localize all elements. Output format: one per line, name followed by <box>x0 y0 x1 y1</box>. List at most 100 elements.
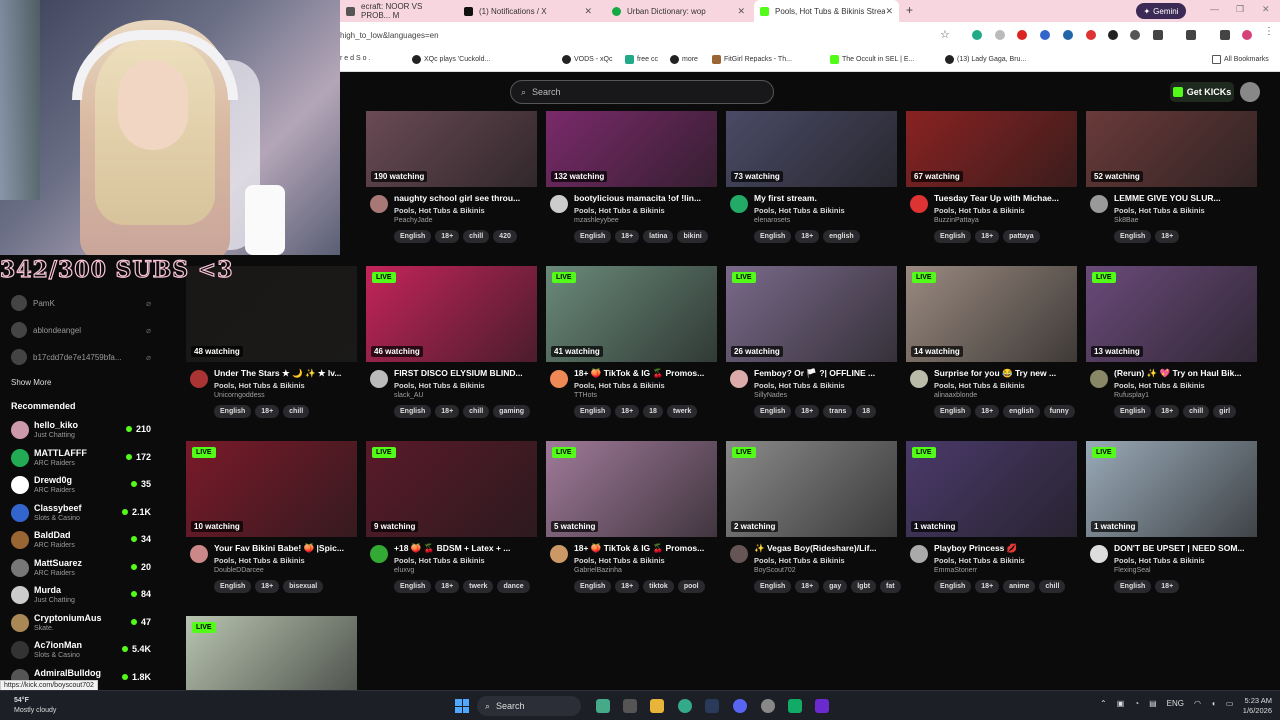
channel-name[interactable]: DoubleDDarcee <box>214 567 264 574</box>
channel-name[interactable]: mzashleyybee <box>574 217 619 224</box>
channel-name[interactable]: Sk8Bae <box>1114 217 1139 224</box>
channel-name[interactable]: GabrielBazinha <box>574 567 622 574</box>
tag-chip[interactable]: English <box>754 580 792 593</box>
tag-chip[interactable]: tiktok <box>643 580 674 593</box>
channel-name[interactable]: elenarosets <box>754 217 790 224</box>
channel-name[interactable]: TTHots <box>574 392 597 399</box>
stream-category[interactable]: Pools, Hot Tubs & Bikinis <box>754 556 845 565</box>
stream-title[interactable]: ✨ Vegas Boy(Rideshare)/Lif... <box>754 543 897 554</box>
tag-chip[interactable]: English <box>574 230 612 243</box>
tag-chip[interactable]: dance <box>497 580 530 593</box>
tag-chip[interactable]: English <box>934 405 972 418</box>
stream-title[interactable]: 18+ 🍑 TikTok & IG 🍒 Promos... <box>574 368 717 379</box>
task-view-icon[interactable] <box>623 699 637 713</box>
recommended-channel[interactable]: MATTLAFFF ARC Raiders 172 <box>11 446 151 472</box>
tag-chip[interactable]: English <box>754 230 792 243</box>
tag-chip[interactable]: 18 <box>856 405 877 418</box>
tag-chip[interactable]: chill <box>463 230 490 243</box>
channel-avatar[interactable] <box>550 195 568 213</box>
stream-title[interactable]: Tuesday Tear Up with Michae... <box>934 193 1077 203</box>
app-icon[interactable] <box>761 699 775 713</box>
stream-category[interactable]: Pools, Hot Tubs & Bikinis <box>1114 556 1205 565</box>
stream-thumbnail[interactable]: 132 watching <box>546 111 717 187</box>
tag-chip[interactable]: bisexual <box>283 580 324 593</box>
channel-name[interactable]: Rufusplay1 <box>1114 392 1149 399</box>
app-icon[interactable] <box>596 699 610 713</box>
stream-thumbnail[interactable]: 190 watching <box>366 111 537 187</box>
stream-thumbnail[interactable]: LIVE 26 watching <box>726 266 897 362</box>
stream-title[interactable]: (Rerun) ✨ 💖 Try on Haul Bik... <box>1114 368 1257 379</box>
tag-chip[interactable]: 18+ <box>1155 230 1180 243</box>
stream-title[interactable]: DON'T BE UPSET | NEED SOM... <box>1114 543 1257 553</box>
channel-avatar[interactable] <box>370 370 388 388</box>
tag-chip[interactable]: 18+ <box>435 405 460 418</box>
recommended-channel[interactable]: Drewd0g ARC Raiders 35 <box>11 473 151 499</box>
stream-thumbnail[interactable]: LIVE 1 watching <box>906 441 1077 537</box>
channel-avatar[interactable] <box>730 195 748 213</box>
stream-thumbnail[interactable]: 67 watching <box>906 111 1077 187</box>
tag-chip[interactable]: 18+ <box>615 405 640 418</box>
tag-chip[interactable]: 18+ <box>795 230 820 243</box>
channel-avatar[interactable] <box>550 545 568 563</box>
stream-thumbnail[interactable]: LIVE 9 watching <box>366 441 537 537</box>
tag-chip[interactable]: bikini <box>677 230 708 243</box>
stream-thumbnail[interactable]: LIVE 13 watching <box>1086 266 1257 362</box>
stream-title[interactable]: naughty school girl see throu... <box>394 193 537 203</box>
stream-thumbnail[interactable]: LIVE 1 watching <box>1086 441 1257 537</box>
channel-avatar[interactable] <box>370 195 388 213</box>
show-more-link[interactable]: Show More <box>11 378 51 387</box>
tag-chip[interactable]: 18+ <box>795 580 820 593</box>
discord-icon[interactable] <box>733 699 747 713</box>
channel-name[interactable]: slack_AU <box>394 392 424 399</box>
battery-icon[interactable]: ▭ <box>1226 699 1234 708</box>
tag-chip[interactable]: English <box>1114 405 1152 418</box>
tag-chip[interactable]: twerk <box>463 580 494 593</box>
channel-name[interactable]: BuzzinPattaya <box>934 217 979 224</box>
channel-name[interactable]: eluxvg <box>394 567 414 574</box>
tag-chip[interactable]: pool <box>677 580 705 593</box>
tag-chip[interactable]: English <box>1114 230 1152 243</box>
stream-title[interactable]: Playboy Princess 💋 <box>934 543 1077 554</box>
obs-icon[interactable] <box>815 699 829 713</box>
stream-title[interactable]: 18+ 🍑 TikTok & IG 🍒 Promos... <box>574 543 717 554</box>
recommended-channel[interactable]: Murda Just Chatting 84 <box>11 583 151 609</box>
tag-chip[interactable]: anime <box>1003 580 1036 593</box>
wifi-icon[interactable]: ◠ <box>1194 699 1201 708</box>
stream-category[interactable]: Pools, Hot Tubs & Bikinis <box>574 381 665 390</box>
tag-chip[interactable]: english <box>1003 405 1040 418</box>
recommended-channel[interactable]: BaldDad ARC Raiders 34 <box>11 528 151 554</box>
channel-name[interactable]: Unicorngoddess <box>214 392 265 399</box>
stream-category[interactable]: Pools, Hot Tubs & Bikinis <box>574 206 665 215</box>
tag-chip[interactable]: chill <box>1183 405 1210 418</box>
stream-thumbnail[interactable]: 52 watching <box>1086 111 1257 187</box>
channel-avatar[interactable] <box>910 195 928 213</box>
stream-category[interactable]: Pools, Hot Tubs & Bikinis <box>214 381 305 390</box>
tag-chip[interactable]: funny <box>1043 405 1075 418</box>
tag-chip[interactable]: English <box>574 405 612 418</box>
stream-category[interactable]: Pools, Hot Tubs & Bikinis <box>1114 206 1205 215</box>
channel-name[interactable]: BoyScout702 <box>754 567 796 574</box>
channel-avatar[interactable] <box>1090 545 1108 563</box>
weather-widget[interactable]: 54°F Mostly cloudy <box>14 696 56 716</box>
app-icon[interactable] <box>788 699 802 713</box>
channel-avatar[interactable] <box>1090 195 1108 213</box>
tag-chip[interactable]: 18+ <box>1155 580 1180 593</box>
stream-category[interactable]: Pools, Hot Tubs & Bikinis <box>754 206 845 215</box>
stream-title[interactable]: Femboy? Or 🏳️ ?| OFFLINE ... <box>754 368 897 379</box>
tag-chip[interactable]: 18+ <box>615 580 640 593</box>
tag-chip[interactable]: English <box>934 230 972 243</box>
stream-title[interactable]: Under The Stars ★ 🌙 ✨ ★ lv... <box>214 368 357 379</box>
tag-chip[interactable]: trans <box>823 405 853 418</box>
tag-chip[interactable]: 18 <box>643 405 663 418</box>
stream-category[interactable]: Pools, Hot Tubs & Bikinis <box>394 206 485 215</box>
tag-chip[interactable]: English <box>394 230 432 243</box>
stream-thumbnail[interactable]: LIVE 5 watching <box>546 441 717 537</box>
channel-name[interactable]: EmmaStonerr <box>934 567 977 574</box>
stream-thumbnail[interactable]: LIVE 10 watching <box>186 441 357 537</box>
tag-chip[interactable]: 18+ <box>975 230 1000 243</box>
stream-category[interactable]: Pools, Hot Tubs & Bikinis <box>934 206 1025 215</box>
channel-avatar[interactable] <box>730 370 748 388</box>
following-item[interactable]: ablondeangel ⌀ <box>11 322 151 338</box>
stream-category[interactable]: Pools, Hot Tubs & Bikinis <box>574 556 665 565</box>
tag-chip[interactable]: fat <box>880 580 901 593</box>
